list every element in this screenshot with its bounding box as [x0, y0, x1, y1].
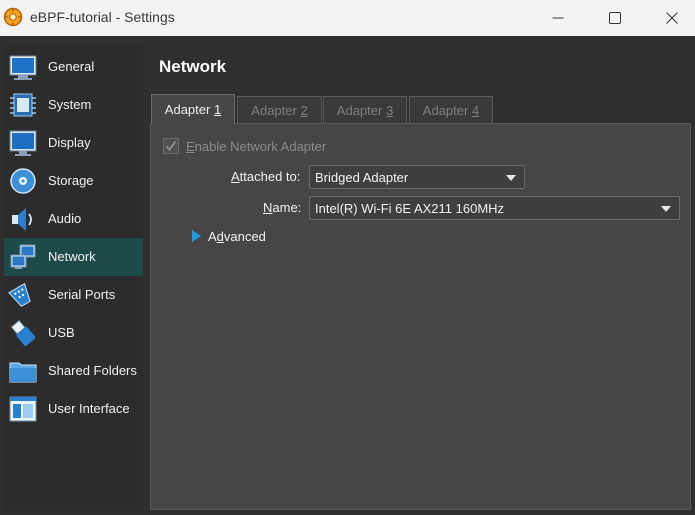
system-icon: [10, 93, 36, 117]
advanced-label[interactable]: Advanced: [208, 229, 266, 244]
attached-to-select[interactable]: Bridged Adapter: [309, 165, 525, 189]
expand-arrow-icon: [192, 230, 201, 242]
sidebar-item-label: Serial Ports: [48, 287, 116, 302]
usb-icon: [10, 319, 36, 346]
audio-icon: [12, 208, 32, 231]
tab-label: Adapter 3: [336, 102, 394, 118]
sidebar-item-general[interactable]: General: [4, 48, 143, 86]
settings-sidebar: General System Display Storage Audio Net…: [4, 46, 143, 511]
sidebar-item-serial-ports[interactable]: Serial Ports: [4, 276, 143, 314]
window-title: eBPF-tutorial - Settings: [30, 9, 175, 25]
sidebar-item-label: System: [48, 97, 92, 112]
close-button[interactable]: [649, 0, 695, 36]
sidebar-item-network[interactable]: Network: [4, 238, 143, 276]
sidebar-item-label: Network: [48, 249, 96, 264]
sidebar-item-display[interactable]: Display: [4, 124, 143, 162]
tab-adapter-3[interactable]: Adapter 3: [323, 96, 407, 123]
maximize-button[interactable]: [592, 0, 638, 36]
tab-label: Adapter 2: [251, 102, 308, 118]
sidebar-item-storage[interactable]: Storage: [4, 162, 143, 200]
attached-to-label: Attached to:: [231, 169, 301, 184]
checkmark-icon: [165, 140, 177, 152]
display-icon: [9, 130, 37, 156]
sidebar-item-label: Shared Folders: [48, 363, 137, 378]
sidebar-item-user-interface[interactable]: User Interface: [4, 390, 143, 428]
tab-adapter-4[interactable]: Adapter 4: [409, 96, 493, 123]
sidebar-item-audio[interactable]: Audio: [4, 200, 143, 238]
adapter-name-value: Intel(R) Wi-Fi 6E AX211 160MHz: [315, 201, 505, 216]
adapter-name-select[interactable]: Intel(R) Wi-Fi 6E AX211 160MHz: [309, 196, 680, 220]
enable-network-adapter-checkbox[interactable]: [163, 137, 179, 155]
chevron-down-icon: [661, 206, 671, 212]
network-icon: [10, 244, 36, 269]
chevron-down-icon: [506, 175, 516, 181]
close-icon: [666, 12, 678, 24]
storage-icon: [10, 168, 36, 194]
sidebar-item-system[interactable]: System: [4, 86, 143, 124]
sidebar-item-usb[interactable]: USB: [4, 314, 143, 352]
sidebar-item-label: General: [48, 59, 95, 74]
sidebar-item-label: Audio: [48, 211, 82, 226]
tab-adapter-2[interactable]: Adapter 2: [237, 96, 322, 123]
sidebar-item-label: User Interface: [48, 401, 130, 416]
shared-folders-icon: [9, 362, 37, 383]
sidebar-item-shared-folders[interactable]: Shared Folders: [4, 352, 143, 390]
checkbox-box: [163, 138, 179, 154]
maximize-icon: [609, 12, 621, 24]
title-bar: eBPF-tutorial - Settings: [0, 0, 695, 36]
virtualbox-settings-icon: [3, 7, 23, 27]
sidebar-item-label: USB: [48, 325, 75, 340]
enable-network-adapter-label: Enable Network Adapter: [186, 139, 327, 154]
name-label: Name:: [263, 200, 302, 215]
general-icon: [9, 55, 37, 80]
sidebar-item-label: Storage: [48, 173, 94, 188]
sidebar-item-label: Display: [48, 135, 91, 150]
minimize-button[interactable]: [535, 0, 581, 36]
user-interface-icon: [9, 396, 37, 422]
tab-label: Adapter 1: [164, 102, 222, 117]
minimize-icon: [552, 17, 564, 19]
attached-to-value: Bridged Adapter: [315, 170, 409, 185]
tab-label: Adapter 4: [422, 102, 480, 118]
page-title: Network: [159, 57, 227, 76]
serial-ports-icon: [8, 282, 31, 307]
tab-adapter-1[interactable]: Adapter 1: [151, 94, 235, 124]
